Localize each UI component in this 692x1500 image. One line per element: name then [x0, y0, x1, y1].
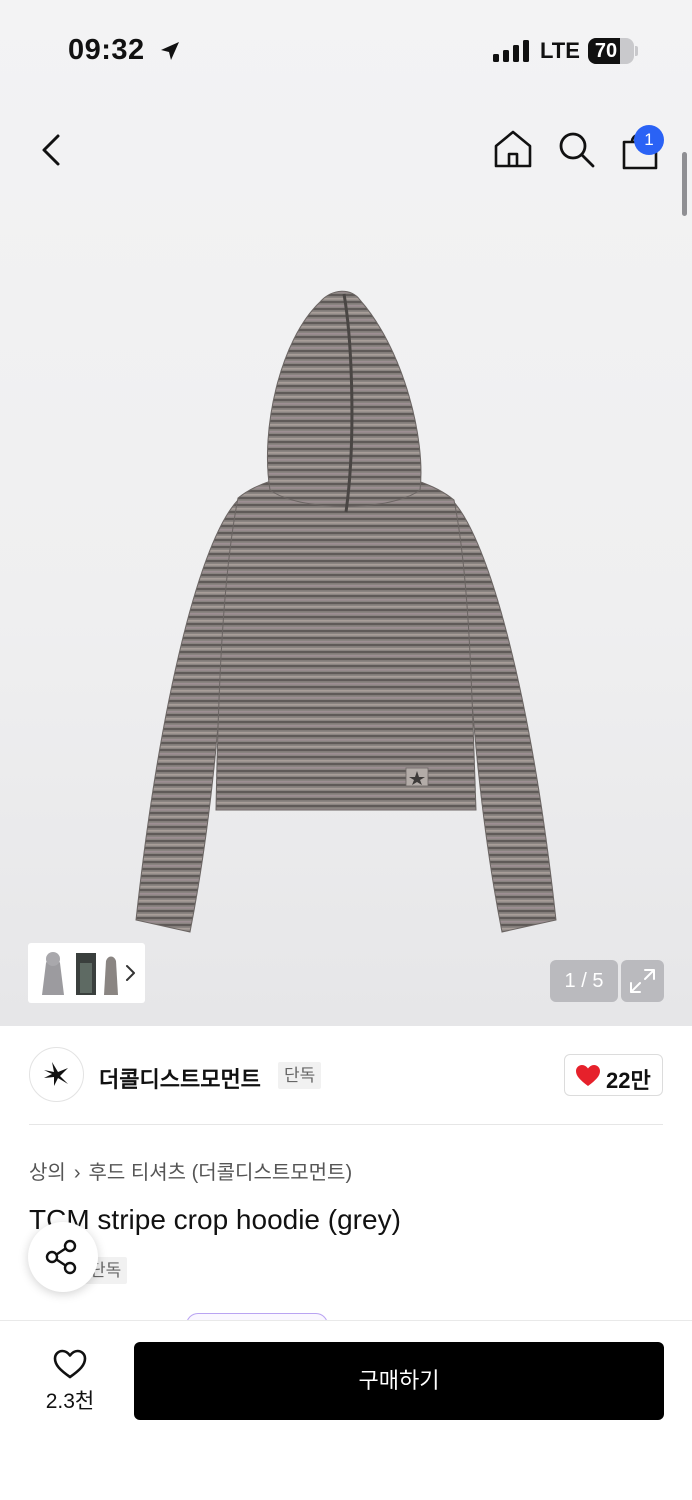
thumbnail-3[interactable]	[100, 949, 122, 997]
battery-icon: 70	[588, 38, 634, 64]
home-icon[interactable]	[492, 128, 534, 170]
search-icon[interactable]	[556, 128, 596, 170]
signal-icon	[493, 40, 529, 62]
status-time: 09:32	[68, 34, 145, 66]
wish-count: 2.3천	[45, 1390, 95, 1413]
scroll-indicator[interactable]	[682, 152, 687, 216]
heart-filled-icon	[576, 1065, 600, 1086]
brand-like-button[interactable]: 22만	[564, 1054, 663, 1096]
chevron-right-icon[interactable]	[122, 960, 140, 986]
expand-button[interactable]	[621, 960, 664, 1002]
brand-row: 더콜디스트모먼트 단독 22만	[0, 1026, 692, 1126]
product-image[interactable]	[120, 280, 570, 944]
thumbnail-1[interactable]	[36, 949, 70, 997]
thumbnail-2[interactable]	[72, 949, 100, 997]
buy-button[interactable]: 구매하기	[134, 1342, 664, 1420]
battery-level: 70	[594, 40, 618, 62]
location-arrow-icon	[161, 42, 179, 60]
breadcrumb: 상의 › 후드 티셔츠 (더콜디스트모먼트)	[29, 1156, 352, 1185]
brand-name[interactable]: 더콜디스트모먼트	[99, 1062, 261, 1094]
heart-outline-icon[interactable]	[52, 1348, 88, 1380]
exclusive-badge: 단독	[278, 1062, 322, 1089]
network-label: LTE	[540, 38, 580, 63]
breadcrumb-subcategory[interactable]: 후드 티셔츠 (더콜디스트모먼트)	[88, 1162, 352, 1184]
product-detail-page: 09:32 LTE 70 1 1 / 5 더콜디스트모먼트 단독 22만 상의 …	[0, 0, 692, 1500]
product-image-area: 09:32 LTE 70 1 1 / 5	[0, 0, 692, 1026]
expand-icon	[630, 969, 655, 993]
bottom-action-bar: 2.3천 구매하기	[0, 1320, 692, 1500]
battery-tip	[635, 46, 638, 56]
breadcrumb-category[interactable]: 상의	[29, 1162, 66, 1184]
brand-logo[interactable]	[29, 1047, 84, 1102]
share-icon	[45, 1239, 77, 1275]
brand-star-icon	[44, 1062, 68, 1086]
chevron-left-icon[interactable]	[32, 128, 72, 172]
divider	[29, 1124, 663, 1125]
breadcrumb-separator-icon: ›	[73, 1162, 81, 1184]
share-button[interactable]	[28, 1222, 98, 1292]
status-bar: 09:32 LTE 70	[0, 0, 692, 100]
cart-badge: 1	[634, 125, 664, 155]
image-counter: 1 / 5	[550, 960, 618, 1002]
brand-like-count: 22만	[606, 1068, 651, 1093]
